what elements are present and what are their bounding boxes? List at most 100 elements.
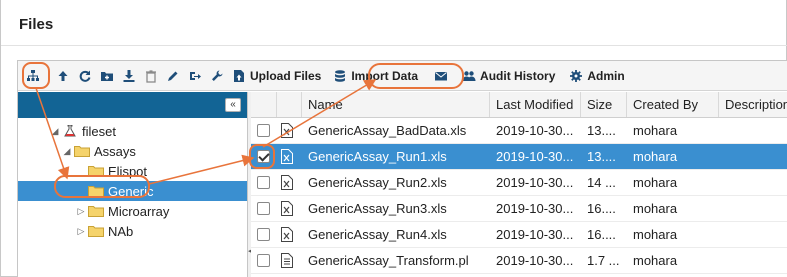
- expand-toggle-icon[interactable]: ▷: [76, 226, 86, 237]
- description: [719, 144, 787, 169]
- created-by: mohara: [633, 123, 678, 138]
- column-header-created-by[interactable]: Created By: [627, 92, 719, 117]
- select-all-column[interactable]: [251, 92, 277, 117]
- created-by: mohara: [633, 201, 678, 216]
- tree-item-label: fileset: [82, 123, 116, 139]
- tree-item-nab[interactable]: ▷ NAb: [18, 221, 247, 241]
- new-folder-button[interactable]: [96, 64, 118, 88]
- row-checkbox[interactable]: [257, 228, 270, 241]
- last-modified: 2019-10-30...: [496, 123, 574, 138]
- column-header-last-modified[interactable]: Last Modified: [490, 92, 581, 117]
- icon-column-header: [277, 92, 302, 117]
- admin-button[interactable]: Admin: [565, 64, 628, 88]
- file-row[interactable]: GenericAssay_Run3.xls 2019-10-30... 16....…: [251, 196, 787, 222]
- excel-file-icon: [281, 123, 293, 138]
- row-checkbox-cell: [251, 118, 277, 143]
- rename-button[interactable]: [162, 64, 184, 88]
- last-modified: 2019-10-30...: [496, 175, 574, 190]
- excel-file-icon: [281, 175, 293, 190]
- new-folder-icon: [100, 69, 114, 83]
- folder-tree-button[interactable]: [22, 64, 44, 88]
- created-by: mohara: [633, 149, 678, 164]
- description: [719, 196, 787, 221]
- properties-button[interactable]: [206, 64, 228, 88]
- file-type-cell: [277, 222, 302, 247]
- page-title: Files: [19, 16, 54, 33]
- tree-item-assays[interactable]: ◢ Assays: [18, 141, 247, 161]
- grid-header: Name Last Modified Size Created By Descr…: [251, 92, 787, 118]
- file-size: 14 ...: [587, 175, 616, 190]
- description: [719, 118, 787, 143]
- row-checkbox[interactable]: [257, 150, 270, 163]
- created-by: mohara: [633, 175, 678, 190]
- users-icon: [462, 69, 476, 83]
- move-icon: [188, 69, 202, 83]
- file-size: 16....: [587, 201, 616, 216]
- files-webpart: Files Upload Files Import Data Audit His…: [0, 0, 787, 277]
- file-type-cell: [277, 196, 302, 221]
- root-flask-icon: [62, 125, 78, 137]
- upload-files-button[interactable]: Upload Files: [228, 64, 325, 88]
- row-checkbox-cell: [251, 248, 277, 273]
- tree-item-label: NAb: [108, 223, 134, 239]
- collapse-tree-button[interactable]: «: [225, 98, 241, 112]
- excel-file-icon: [281, 149, 293, 164]
- tree-item-microarray[interactable]: ▷ Microarray: [18, 201, 247, 221]
- import-data-button[interactable]: Import Data: [329, 64, 422, 88]
- file-row[interactable]: GenericAssay_Run2.xls 2019-10-30... 14 ...…: [251, 170, 787, 196]
- delete-button[interactable]: [140, 64, 162, 88]
- expand-toggle-icon[interactable]: ◢: [50, 126, 60, 137]
- file-row[interactable]: GenericAssay_Run4.xls 2019-10-30... 16....…: [251, 222, 787, 248]
- last-modified: 2019-10-30...: [496, 253, 574, 268]
- column-header-description[interactable]: Description: [719, 92, 787, 117]
- tree-item-fileset[interactable]: ◢ fileset: [18, 121, 247, 141]
- file-size: 13....: [587, 149, 616, 164]
- expand-toggle-icon[interactable]: ▷: [76, 206, 86, 217]
- email-preferences-button[interactable]: [430, 64, 452, 88]
- row-checkbox[interactable]: [257, 176, 270, 189]
- folder-tree: « ◢ fileset ◢ Assays Elispot Generic ▷ Microarr…: [18, 92, 248, 277]
- row-checkbox-cell: [251, 170, 277, 195]
- created-by: mohara: [633, 227, 678, 242]
- excel-file-icon: [281, 201, 293, 216]
- row-checkbox[interactable]: [257, 254, 270, 267]
- download-button[interactable]: [118, 64, 140, 88]
- trash-icon: [144, 69, 158, 83]
- description: [719, 170, 787, 195]
- file-type-cell: [277, 144, 302, 169]
- file-row[interactable]: GenericAssay_Transform.pl 2019-10-30... 1.…: [251, 248, 787, 274]
- file-name: GenericAssay_Run4.xls: [308, 227, 447, 242]
- row-checkbox-cell: [251, 144, 277, 169]
- upload-files-label: Upload Files: [250, 68, 322, 83]
- folder-icon: [88, 205, 104, 217]
- excel-file-icon: [281, 227, 293, 242]
- column-header-size[interactable]: Size: [581, 92, 627, 117]
- description: [719, 248, 787, 273]
- title-divider: [1, 45, 787, 46]
- tree-item-label: Generic: [108, 183, 154, 199]
- envelope-icon: [434, 69, 448, 83]
- row-checkbox[interactable]: [257, 202, 270, 215]
- folder-icon: [74, 145, 90, 157]
- move-button[interactable]: [184, 64, 206, 88]
- tree-item-label: Microarray: [108, 203, 170, 219]
- expand-toggle-icon[interactable]: ◢: [62, 146, 72, 157]
- last-modified: 2019-10-30...: [496, 149, 574, 164]
- file-row[interactable]: GenericAssay_BadData.xls 2019-10-30... 13.…: [251, 118, 787, 144]
- column-header-name[interactable]: Name: [302, 92, 490, 117]
- parent-folder-button[interactable]: [52, 64, 74, 88]
- wrench-icon: [210, 69, 224, 83]
- file-row[interactable]: GenericAssay_Run1.xls 2019-10-30... 13....…: [251, 144, 787, 170]
- refresh-button[interactable]: [74, 64, 96, 88]
- tree-item-elispot[interactable]: Elispot: [18, 161, 247, 181]
- row-checkbox[interactable]: [257, 124, 270, 137]
- file-name: GenericAssay_Run1.xls: [308, 149, 447, 164]
- file-name: GenericAssay_Transform.pl: [308, 253, 469, 268]
- pencil-icon: [166, 69, 180, 83]
- file-type-cell: [277, 248, 302, 273]
- tree-item-generic[interactable]: Generic: [18, 181, 247, 201]
- admin-label: Admin: [587, 68, 625, 83]
- file-size: 1.7 ...: [587, 253, 620, 268]
- audit-history-button[interactable]: Audit History: [458, 64, 559, 88]
- refresh-icon: [78, 69, 92, 83]
